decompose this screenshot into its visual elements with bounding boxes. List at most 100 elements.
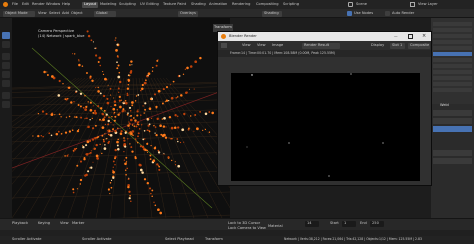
outliner-row[interactable] — [433, 34, 472, 38]
measure-tool-icon[interactable] — [2, 101, 10, 108]
view-layer-selector[interactable]: View Layer — [418, 2, 438, 7]
annotate-tool-icon[interactable] — [2, 92, 10, 99]
modifier-field[interactable] — [433, 110, 472, 116]
maximize-icon[interactable] — [408, 34, 413, 39]
particle — [124, 99, 127, 102]
playback-menu[interactable]: Playback — [12, 221, 28, 226]
particle — [167, 155, 170, 158]
shading-dropdown[interactable]: Shading — [262, 10, 282, 17]
outliner-row[interactable] — [433, 76, 472, 80]
keying-menu[interactable]: Keying — [38, 221, 50, 226]
minimize-icon[interactable]: — — [394, 34, 398, 39]
particle — [164, 101, 166, 103]
outliner-row[interactable] — [433, 82, 472, 86]
outliner-row[interactable] — [433, 40, 472, 44]
tab-texture-paint[interactable]: Texture Paint — [161, 2, 188, 8]
modifier-slider[interactable] — [433, 126, 472, 132]
particle — [60, 132, 63, 135]
tab-modeling[interactable]: Modeling — [98, 2, 118, 8]
particle — [116, 109, 118, 111]
end-field[interactable]: 250 — [370, 221, 384, 227]
render-window-titlebar[interactable]: Blender Render — × — [218, 32, 431, 41]
render-info-bar: Frame:14 | Time:00:01.70 | Mem:108.58M (… — [218, 50, 431, 57]
current-frame-field[interactable]: 14 — [305, 221, 319, 227]
particle — [137, 132, 140, 135]
start-field[interactable]: 1 — [342, 221, 356, 227]
scene-selector[interactable]: Scene — [356, 2, 367, 7]
outliner-row[interactable] — [433, 22, 472, 26]
select-tool-icon[interactable] — [2, 32, 10, 39]
tab-animation[interactable]: Animation — [207, 2, 229, 8]
render-result-image[interactable] — [231, 73, 420, 181]
particle — [71, 129, 74, 131]
outliner-row[interactable] — [433, 28, 472, 32]
menu-file[interactable]: File — [12, 2, 18, 7]
overlays-dropdown[interactable]: Overlays — [178, 10, 198, 17]
image-view-menu[interactable]: View — [242, 43, 251, 48]
pass-dropdown[interactable]: Composite — [408, 42, 430, 49]
particle — [76, 188, 78, 190]
menu-help[interactable]: Help — [62, 2, 70, 7]
modifier-field[interactable] — [433, 158, 472, 164]
particle — [151, 70, 154, 72]
header-object-menu[interactable]: Object — [71, 11, 83, 16]
outliner-row[interactable] — [433, 88, 472, 92]
scale-tool-icon[interactable] — [2, 71, 10, 78]
outliner-row[interactable] — [433, 52, 472, 56]
particle — [208, 111, 211, 113]
particle — [109, 133, 113, 137]
header-add-menu[interactable]: Add — [62, 11, 69, 16]
tab-scripting[interactable]: Scripting — [281, 2, 301, 8]
particle — [171, 159, 173, 162]
rotate-tool-icon[interactable] — [2, 62, 10, 69]
particle — [99, 92, 102, 95]
modifier-field[interactable] — [433, 118, 472, 124]
outliner-row[interactable] — [433, 64, 472, 68]
transform-tool-icon[interactable] — [2, 80, 10, 87]
particle — [184, 68, 187, 70]
particle — [137, 94, 140, 96]
menu-window[interactable]: Window — [46, 2, 60, 7]
timeline-view-menu[interactable]: View — [60, 221, 69, 226]
particle — [93, 148, 96, 151]
modifier-field[interactable] — [433, 150, 472, 156]
blender-logo-icon[interactable] — [3, 2, 8, 7]
header-view-menu[interactable]: View — [38, 11, 47, 16]
particle — [74, 116, 76, 118]
tab-shading[interactable]: Shading — [189, 2, 208, 8]
auto-render-checkbox[interactable] — [385, 11, 390, 16]
display-menu[interactable]: Display — [371, 43, 384, 48]
particle — [117, 87, 120, 90]
tab-layout[interactable]: Layout — [82, 1, 99, 8]
marker-menu[interactable]: Marker — [72, 221, 84, 226]
use-nodes-checkbox[interactable] — [347, 11, 352, 16]
particle — [125, 156, 128, 159]
particle — [129, 127, 131, 129]
tab-rendering[interactable]: Rendering — [230, 2, 252, 8]
move-tool-icon[interactable] — [2, 53, 10, 60]
particle — [127, 79, 131, 82]
slot-dropdown[interactable]: Slot 1 — [390, 42, 405, 49]
3d-viewport[interactable] — [12, 18, 230, 218]
particle — [131, 124, 134, 126]
image-menu[interactable]: Image — [272, 43, 283, 48]
close-icon[interactable]: × — [422, 34, 426, 39]
cursor-tool-icon[interactable] — [2, 41, 10, 48]
image-selector[interactable]: Render Result — [302, 42, 340, 49]
outliner-row[interactable] — [433, 70, 472, 74]
editor-type-icon[interactable] — [221, 43, 227, 48]
particle — [143, 81, 147, 85]
menu-render[interactable]: Render — [32, 2, 45, 7]
transform-orientation-dropdown[interactable]: Global — [94, 10, 116, 17]
header-select-menu[interactable]: Select — [49, 11, 60, 16]
outliner-row[interactable] — [433, 58, 472, 62]
tab-sculpting[interactable]: Sculpting — [117, 2, 138, 8]
image-view2-menu[interactable]: View — [257, 43, 266, 48]
outliner-row[interactable] — [433, 46, 472, 50]
mode-dropdown[interactable]: Object Mode — [3, 10, 35, 17]
menu-edit[interactable]: Edit — [22, 2, 29, 7]
particle — [110, 179, 113, 181]
tab-uv-editing[interactable]: UV Editing — [138, 2, 161, 8]
particle — [79, 183, 82, 185]
tab-compositing[interactable]: Compositing — [254, 2, 281, 8]
